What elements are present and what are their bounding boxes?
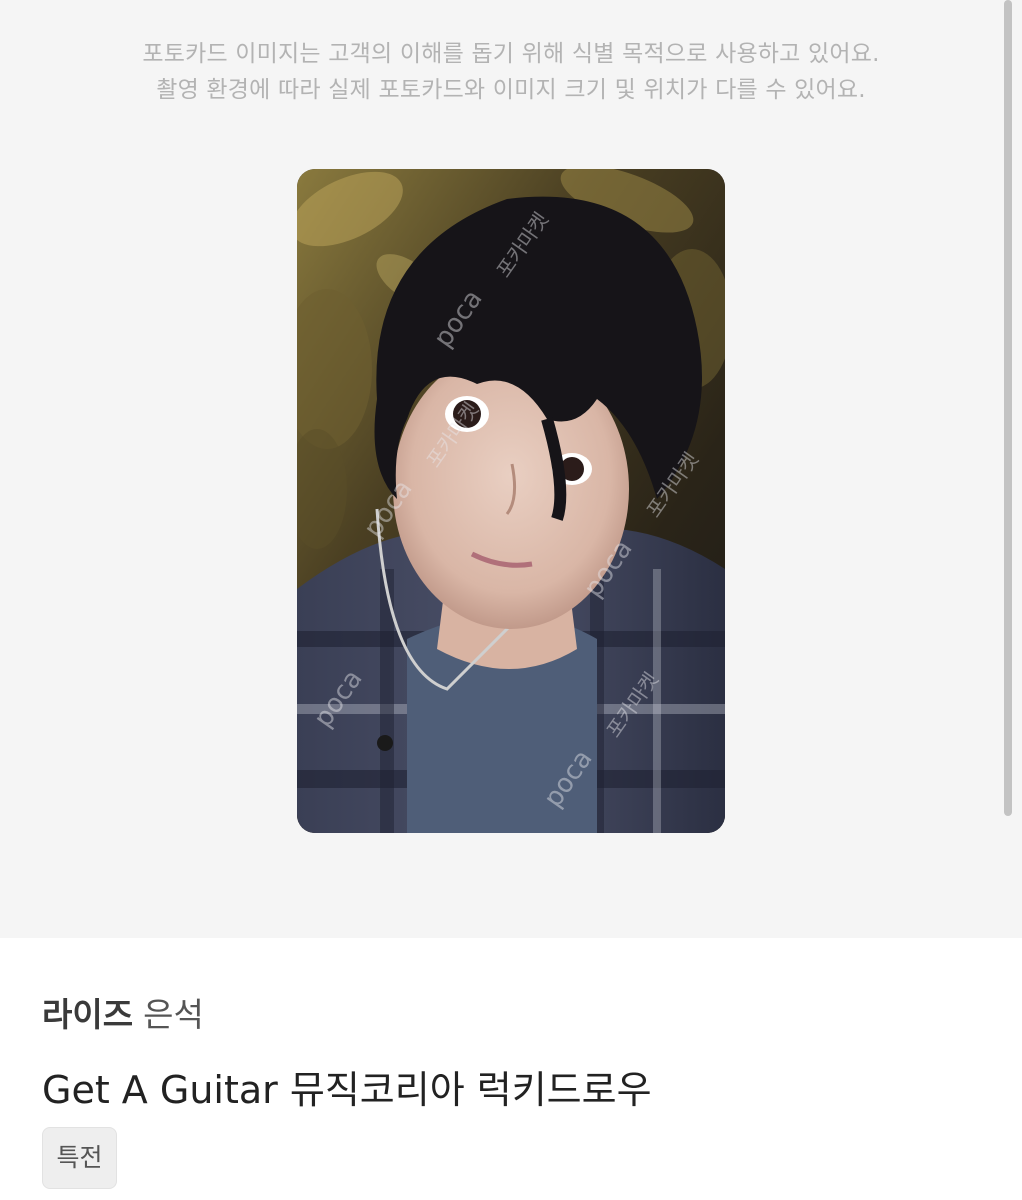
artist-line: 라이즈 은석 [42, 990, 982, 1040]
benefit-badge: 특전 [42, 1127, 117, 1189]
product-info: 라이즈 은석 Get A Guitar 뮤직코리아 럭키드로우 [42, 990, 982, 1116]
notice-line-2: 촬영 환경에 따라 실제 포토카드와 이미지 크기 및 위치가 다를 수 있어요… [156, 77, 866, 103]
photocard-illustration: poca 포카마켓 poca 포카마켓 poca 포카마켓 poca poca … [297, 169, 725, 833]
photocard-image-section: 포토카드 이미지는 고객의 이해를 돕기 위해 식별 목적으로 사용하고 있어요… [0, 0, 1022, 938]
notice-line-1: 포토카드 이미지는 고객의 이해를 돕기 위해 식별 목적으로 사용하고 있어요… [142, 41, 880, 67]
photocard-image[interactable]: poca 포카마켓 poca 포카마켓 poca 포카마켓 poca poca … [297, 169, 725, 833]
artist-group-name[interactable]: 라이즈 [42, 995, 133, 1034]
scrollbar[interactable] [1004, 0, 1012, 816]
product-title: Get A Guitar 뮤직코리아 럭키드로우 [42, 1068, 652, 1112]
artist-member-name[interactable]: 은석 [143, 995, 204, 1034]
image-notice: 포토카드 이미지는 고객의 이해를 돕기 위해 식별 목적으로 사용하고 있어요… [0, 36, 1022, 108]
